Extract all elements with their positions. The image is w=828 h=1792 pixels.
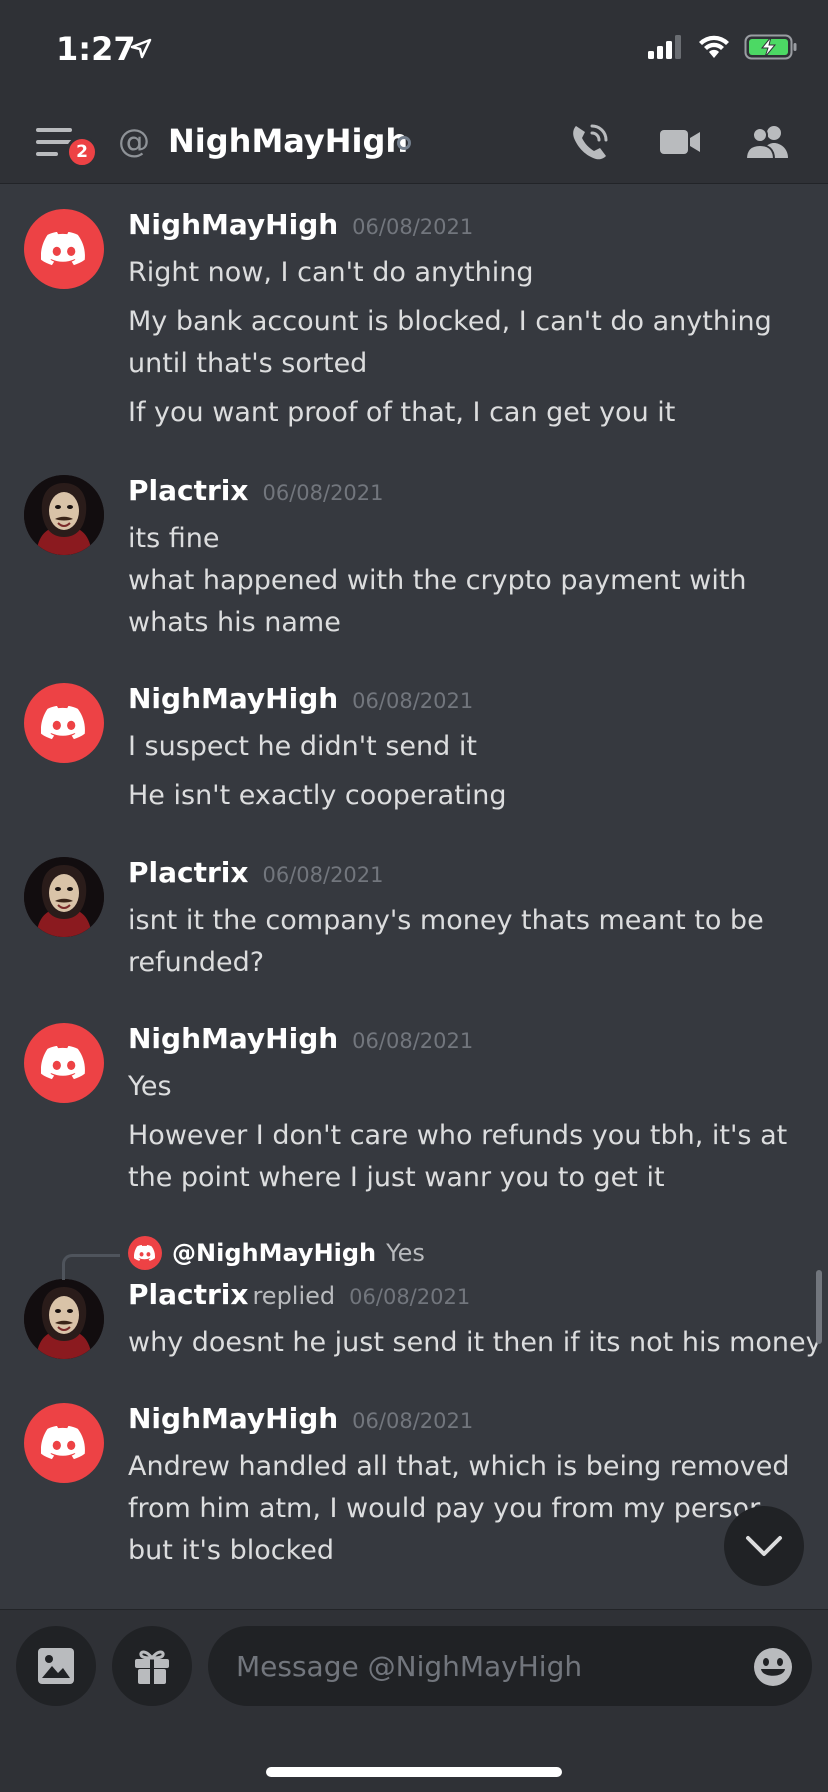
notification-badge: 2	[66, 136, 98, 168]
message-text: I suspect he didn't send it	[128, 731, 477, 762]
message-timestamp: 06/08/2021	[352, 689, 474, 713]
message-text: refunded?	[128, 947, 265, 978]
message-author[interactable]: Plactrix	[128, 856, 248, 889]
message-input-container[interactable]	[208, 1626, 812, 1706]
jump-to-bottom-button[interactable]	[724, 1506, 804, 1586]
message-timestamp: 06/08/2021	[262, 481, 384, 505]
message-author[interactable]: NighMayHigh	[128, 1022, 338, 1055]
message-meta: NighMayHigh 06/08/2021	[128, 1402, 473, 1435]
message-text: the point where I just wanr you to get i…	[128, 1162, 665, 1193]
composer-bar	[0, 1609, 828, 1792]
reply-reference[interactable]: @NighMayHigh Yes	[128, 1236, 425, 1270]
chevron-down-icon	[746, 1536, 782, 1556]
message-meta: NighMayHigh 06/08/2021	[128, 208, 473, 241]
avatar[interactable]	[24, 1403, 104, 1483]
message-input[interactable]	[236, 1626, 716, 1706]
attach-image-button[interactable]	[16, 1626, 96, 1706]
discord-logo-icon	[41, 705, 85, 739]
scrollbar[interactable]	[816, 1270, 822, 1344]
avatar[interactable]	[24, 1279, 104, 1359]
discord-logo-icon	[134, 1244, 156, 1261]
wifi-icon	[699, 35, 729, 58]
message-timestamp: 06/08/2021	[352, 1409, 474, 1433]
mask-avatar-image	[24, 1279, 104, 1359]
home-indicator	[266, 1767, 562, 1777]
message-text: until that's sorted	[128, 348, 368, 379]
avatar[interactable]	[24, 209, 104, 289]
message-text: My bank account is blocked, I can't do a…	[128, 306, 772, 337]
message-timestamp: 06/08/2021	[352, 215, 474, 239]
message-text: He isn't exactly cooperating	[128, 780, 507, 811]
message-meta: Plactrix replied 06/08/2021	[128, 1278, 470, 1311]
page-title[interactable]: NighMayHigh	[168, 122, 408, 160]
status-time: 1:27	[56, 30, 136, 68]
message-text: isnt it the company's money thats meant …	[128, 905, 764, 936]
message-meta: Plactrix 06/08/2021	[128, 474, 384, 507]
message-meta: Plactrix 06/08/2021	[128, 856, 384, 889]
message-text: what happened with the crypto payment wi…	[128, 565, 747, 596]
signal-icon	[648, 35, 681, 59]
avatar[interactable]	[24, 1023, 104, 1103]
mask-avatar-image	[24, 475, 104, 555]
message-text: why doesnt he just send it then if its n…	[128, 1327, 822, 1358]
message-timestamp: 06/08/2021	[262, 863, 384, 887]
avatar[interactable]	[24, 857, 104, 937]
avatar[interactable]	[24, 475, 104, 555]
discord-logo-icon	[41, 231, 85, 265]
video-camera-icon[interactable]	[658, 124, 702, 160]
message-text: Andrew handled all that, which is being …	[128, 1451, 790, 1482]
channel-header: 2 @ NighMayHigh	[0, 100, 828, 184]
discord-logo-icon	[41, 1425, 85, 1459]
message-text: If you want proof of that, I can get you…	[128, 397, 676, 428]
gift-button[interactable]	[112, 1626, 192, 1706]
reply-avatar	[128, 1236, 162, 1270]
gift-icon	[135, 1650, 169, 1684]
status-bar: 1:27	[0, 0, 828, 100]
phone-call-icon[interactable]	[568, 120, 612, 164]
message-author[interactable]: NighMayHigh	[128, 208, 338, 241]
location-arrow-icon	[130, 38, 152, 59]
message-text: Yes	[128, 1071, 172, 1102]
reply-connector	[62, 1254, 120, 1280]
message-author[interactable]: NighMayHigh	[128, 682, 338, 715]
message-author[interactable]: Plactrix	[128, 474, 248, 507]
message-meta: NighMayHigh 06/08/2021	[128, 682, 473, 715]
message-text: but it's blocked	[128, 1535, 335, 1566]
message-author[interactable]: Plactrix	[128, 1278, 248, 1311]
reply-author: @NighMayHigh	[172, 1239, 377, 1267]
user-status-indicator	[397, 136, 411, 150]
message-text: its fine	[128, 523, 220, 554]
message-timestamp: 06/08/2021	[352, 1029, 474, 1053]
message-timestamp: 06/08/2021	[349, 1285, 471, 1309]
discord-logo-icon	[41, 1045, 85, 1079]
members-icon[interactable]	[744, 122, 792, 162]
mask-avatar-image	[24, 857, 104, 937]
at-icon: @	[118, 122, 150, 160]
message-meta: NighMayHigh 06/08/2021	[128, 1022, 473, 1055]
message-text: However I don't care who refunds you tbh…	[128, 1120, 788, 1151]
reply-snippet: Yes	[386, 1239, 425, 1267]
emoji-icon[interactable]	[752, 1646, 794, 1688]
message-author[interactable]: NighMayHigh	[128, 1402, 338, 1435]
message-text: from him atm, I would pay you from my pe…	[128, 1493, 761, 1524]
message-text: Right now, I can't do anything	[128, 257, 534, 288]
replied-label: replied	[252, 1282, 336, 1310]
avatar[interactable]	[24, 683, 104, 763]
image-icon	[38, 1648, 74, 1684]
message-text: whats his name	[128, 607, 341, 638]
battery-charging-icon	[744, 34, 797, 60]
